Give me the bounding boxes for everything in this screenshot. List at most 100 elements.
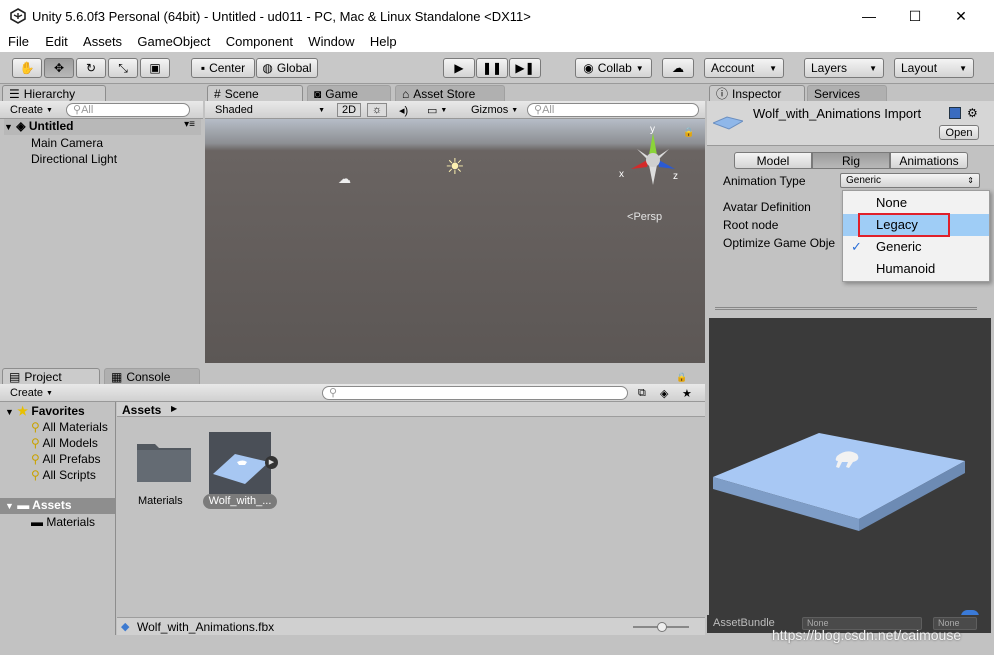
option-generic[interactable]: ✓ Generic	[843, 236, 989, 258]
hierarchy-panel: ☰ Hierarchy Create ▼ ⚲All ▼ ◈ Untitled ▾≡ M…	[0, 85, 203, 365]
menu-window[interactable]: Window	[308, 32, 354, 49]
subtab-rig[interactable]: Rig	[812, 152, 890, 169]
pause-button[interactable]: ❚❚	[476, 58, 508, 78]
hierarchy-item-main-camera[interactable]: Main Camera	[31, 136, 103, 150]
filter-type-button[interactable]: ⧉	[634, 386, 650, 400]
minimize-button[interactable]: —	[846, 0, 892, 32]
model-preview[interactable]: ●	[709, 318, 991, 633]
asset-grid: Materials ▶ Wolf_with_...	[117, 418, 705, 614]
inspector-header: Wolf_with_Animations Import ⚙ Open	[707, 101, 994, 146]
preview-divider[interactable]	[715, 307, 977, 310]
pivot-center-button[interactable]: ▪ Center	[191, 58, 255, 78]
menu-edit[interactable]: Edit	[45, 32, 67, 49]
dropdown-arrow-icon: ▼	[959, 63, 967, 73]
favorite-button[interactable]: ★	[678, 386, 696, 400]
project-create-button[interactable]: Create ▼	[6, 386, 57, 400]
tab-scene[interactable]: # Scene	[207, 85, 303, 101]
account-dropdown[interactable]: Account ▼	[704, 58, 784, 78]
menu-help[interactable]: Help	[370, 32, 397, 49]
menu-gameobject[interactable]: GameObject	[137, 32, 210, 49]
gear-icon[interactable]: ⚙	[967, 106, 978, 120]
scale-tool-button[interactable]: ⤡	[108, 58, 138, 78]
scene-search-input[interactable]: ⚲All	[527, 103, 699, 117]
favorite-all-prefabs[interactable]: ⚲ All Prefabs	[31, 452, 101, 466]
window-title: Unity 5.6.0f3 Personal (64bit) - Untitle…	[32, 9, 531, 24]
orientation-gizmo[interactable]: y x z	[617, 123, 681, 193]
layout-dropdown[interactable]: Layout ▼	[894, 58, 974, 78]
step-button[interactable]: ▶❚	[509, 58, 541, 78]
hand-tool-button[interactable]: ✋	[12, 58, 42, 78]
search-icon: ⚲	[31, 420, 40, 434]
mode-2d-toggle[interactable]: 2D	[337, 103, 362, 117]
play-button[interactable]: ▶	[443, 58, 475, 78]
favorite-all-models[interactable]: ⚲ All Models	[31, 436, 98, 450]
optimize-game-objects-label: Optimize Game Obje	[723, 236, 836, 250]
watermark-text: https://blog.csdn.net/caimouse	[772, 627, 962, 643]
maximize-button[interactable]: ☐	[892, 0, 938, 32]
asset-materials-folder[interactable]	[135, 436, 193, 484]
subtab-model[interactable]: Model	[734, 152, 812, 169]
option-humanoid[interactable]: Humanoid	[843, 258, 989, 280]
cloud-button[interactable]: ☁	[662, 58, 694, 78]
breadcrumb-assets[interactable]: Assets	[122, 403, 161, 417]
tab-game[interactable]: ◙ Game	[307, 85, 391, 101]
close-button[interactable]: ✕	[938, 0, 984, 32]
asset-materials-label[interactable]: Materials	[138, 495, 183, 507]
tab-services[interactable]: Services	[807, 85, 887, 101]
tab-inspector[interactable]: ⓘ Inspector	[709, 85, 805, 101]
collab-dropdown[interactable]: ◉ Collab ▼	[575, 58, 652, 78]
filter-label-button[interactable]: ◈	[656, 386, 672, 400]
asset-wolf-thumbnail[interactable]: ▶	[209, 432, 278, 494]
favorite-all-materials[interactable]: ⚲ All Materials	[31, 420, 108, 434]
expand-arrow-icon: ▼	[5, 407, 14, 417]
book-icon[interactable]	[949, 107, 961, 119]
inspector-panel: ⓘ Inspector Services Wolf_with_Animations…	[707, 85, 994, 635]
project-toolbar: Create ▼ ⚲ ⧉ ◈ ★	[0, 384, 705, 402]
folder-icon	[137, 444, 191, 482]
directional-light-gizmo-icon[interactable]: ☀	[445, 154, 465, 180]
favorites-row[interactable]: ▼ ★ Favorites	[5, 404, 85, 418]
assets-child-materials[interactable]: ▬ Materials	[31, 515, 95, 529]
axis-z-label: z	[673, 171, 678, 182]
expand-asset-icon[interactable]: ▶	[265, 456, 278, 469]
scene-viewport[interactable]: ☀ ☁ y x z <Persp 🔒	[205, 119, 705, 363]
menu-assets[interactable]: Assets	[83, 32, 122, 49]
scale-icon: ⤡	[118, 60, 128, 75]
menu-file[interactable]: File	[8, 32, 29, 49]
asset-wolf-label[interactable]: Wolf_with_...	[203, 494, 277, 509]
camera-gizmo-icon[interactable]: ☁	[338, 171, 351, 187]
tab-hierarchy[interactable]: ☰ Hierarchy	[2, 85, 106, 101]
audio-toggle[interactable]: ◂)	[395, 103, 412, 117]
tab-project[interactable]: ▤ Project	[2, 368, 100, 384]
move-tool-button[interactable]: ✥	[44, 58, 74, 78]
store-icon: ⌂	[402, 86, 410, 101]
project-search-input[interactable]: ⚲	[322, 386, 628, 400]
lock-icon[interactable]: 🔒	[676, 372, 687, 383]
shading-mode-dropdown[interactable]: Shaded ▼	[211, 103, 329, 117]
persp-label[interactable]: <Persp	[627, 211, 662, 223]
open-button[interactable]: Open	[939, 125, 979, 140]
scene-root-row[interactable]: ▼ ◈ Untitled ▾≡	[4, 119, 201, 135]
thumbnail-size-slider-thumb[interactable]	[657, 622, 667, 632]
subtab-animations[interactable]: Animations	[890, 152, 968, 169]
rect-tool-button[interactable]: ▣	[140, 58, 170, 78]
rotate-tool-button[interactable]: ↻	[76, 58, 106, 78]
lock-icon[interactable]: 🔒	[683, 127, 694, 138]
hierarchy-search-input[interactable]: ⚲All	[66, 103, 190, 117]
project-footer: ◆ Wolf_with_Animations.fbx	[117, 617, 705, 635]
animation-type-dropdown[interactable]: Generic ⇕	[840, 173, 980, 188]
effects-dropdown[interactable]: ▭ ▼	[423, 103, 451, 117]
tab-asset-store[interactable]: ⌂ Asset Store	[395, 85, 505, 101]
gizmos-dropdown[interactable]: Gizmos ▼	[467, 103, 522, 117]
option-none[interactable]: None	[843, 192, 989, 214]
menu-component[interactable]: Component	[226, 32, 293, 49]
hierarchy-create-button[interactable]: Create ▼	[6, 103, 57, 117]
layers-dropdown[interactable]: Layers ▼	[804, 58, 884, 78]
favorite-all-scripts[interactable]: ⚲ All Scripts	[31, 468, 96, 482]
hierarchy-item-directional-light[interactable]: Directional Light	[31, 152, 117, 166]
assets-root-row[interactable]: ▼ ▬ Assets	[0, 498, 115, 514]
pivot-global-button[interactable]: ◍ Global	[256, 58, 318, 78]
project-tree: ▼ ★ Favorites ⚲ All Materials ⚲ All Mode…	[0, 402, 116, 635]
tab-console[interactable]: ▦ Console	[104, 368, 200, 384]
lighting-toggle[interactable]: ☼	[367, 103, 388, 117]
